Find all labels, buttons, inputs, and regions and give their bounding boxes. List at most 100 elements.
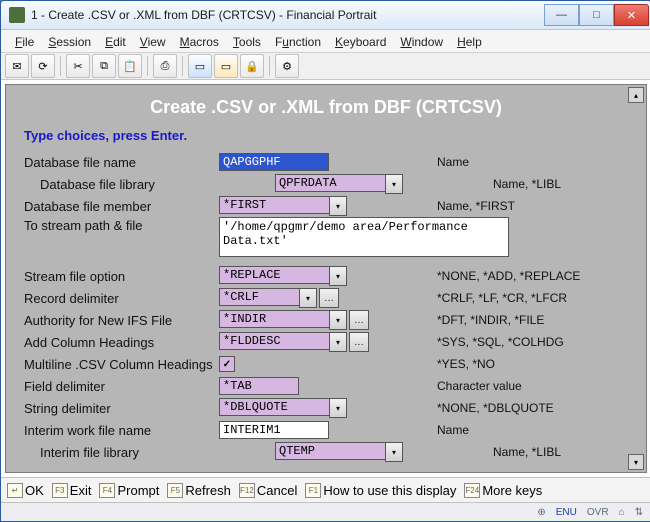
label-rdelim: Record delimiter — [24, 290, 219, 307]
menu-edit[interactable]: Edit — [99, 33, 132, 51]
input-worklib[interactable] — [275, 442, 385, 460]
menu-tools[interactable]: Tools — [227, 33, 267, 51]
label-dbf: Database file name — [24, 154, 219, 171]
menu-macros[interactable]: Macros — [174, 33, 225, 51]
status-net-icon: ⊕ — [537, 507, 545, 518]
input-auth[interactable] — [219, 310, 329, 328]
fnkey-help[interactable]: F1How to use this display — [305, 483, 456, 498]
minimize-button[interactable]: — — [544, 4, 579, 26]
hint-multi: *YES, *NO — [429, 357, 628, 371]
chevron-down-icon[interactable]: ▾ — [329, 398, 347, 418]
input-stream[interactable] — [219, 217, 509, 257]
tool-config-icon[interactable]: ⚙ — [275, 54, 299, 78]
menu-window[interactable]: Window — [394, 33, 449, 51]
status-ovr: OVR — [587, 507, 609, 518]
label-work: Interim work file name — [24, 422, 219, 439]
fnkey-ok[interactable]: ↵OK — [7, 483, 44, 498]
tool-send-icon[interactable]: ✉ — [5, 54, 29, 78]
scroll-down-icon[interactable]: ▾ — [628, 454, 644, 470]
scroll-up-icon[interactable]: ▴ — [628, 87, 644, 103]
tool-screen2-icon[interactable]: ▭ — [214, 54, 238, 78]
input-colhdg[interactable] — [219, 332, 329, 350]
tool-lock-icon[interactable]: 🔒 — [240, 54, 264, 78]
hint-dbf: Name — [429, 155, 628, 169]
maximize-button[interactable]: □ — [579, 4, 614, 26]
label-colhdg: Add Column Headings — [24, 334, 219, 351]
input-sdelim[interactable] — [219, 398, 329, 416]
fnkey-icon: F12 — [239, 483, 255, 498]
app-window: 1 - Create .CSV or .XML from DBF (CRTCSV… — [0, 0, 650, 522]
input-dbf[interactable] — [219, 153, 329, 171]
input-dbflib[interactable] — [275, 174, 385, 192]
chevron-down-icon[interactable]: ▾ — [299, 288, 317, 308]
menu-help[interactable]: Help — [451, 33, 488, 51]
status-bar: ⊕ ENU OVR ⌂ ⇅ — [1, 502, 650, 521]
hint-sdelim: *NONE, *DBLQUOTE — [429, 401, 628, 415]
input-opt[interactable] — [219, 266, 329, 284]
chevron-down-icon[interactable]: ▾ — [329, 310, 347, 330]
status-enu: ENU — [556, 507, 577, 518]
label-opt: Stream file option — [24, 268, 219, 285]
label-sdelim: String delimiter — [24, 400, 219, 417]
tool-paste-icon[interactable]: 📋 — [118, 54, 142, 78]
menu-view[interactable]: View — [134, 33, 172, 51]
fnkey-exit[interactable]: F3Exit — [52, 483, 92, 498]
function-key-bar: ↵OK F3Exit F4Prompt F5Refresh F12Cancel … — [1, 477, 650, 502]
tool-screen1-icon[interactable]: ▭ — [188, 54, 212, 78]
label-auth: Authority for New IFS File — [24, 312, 219, 329]
tool-print-icon[interactable]: ⎙ — [153, 54, 177, 78]
fnkey-refresh[interactable]: F5Refresh — [167, 483, 231, 498]
chevron-down-icon[interactable]: ▾ — [329, 332, 347, 352]
input-dbmbr[interactable] — [219, 196, 329, 214]
hint-worklib: Name, *LIBL — [485, 445, 628, 459]
status-lock-icon: ⌂ — [619, 507, 625, 518]
instruction-text: Type choices, press Enter. — [24, 128, 628, 143]
chevron-down-icon[interactable]: ▾ — [329, 266, 347, 286]
hint-dbmbr: Name, *FIRST — [429, 199, 628, 213]
app-icon — [9, 7, 25, 23]
input-rdelim[interactable] — [219, 288, 299, 306]
browse-button[interactable]: … — [349, 332, 369, 352]
hint-work: Name — [429, 423, 628, 437]
window-title: 1 - Create .CSV or .XML from DBF (CRTCSV… — [31, 8, 544, 22]
label-dbflib: Database file library — [24, 176, 235, 193]
menu-bar: File Session Edit View Macros Tools Func… — [1, 30, 650, 53]
tool-copy-icon[interactable]: ⧉ — [92, 54, 116, 78]
label-dbmbr: Database file member — [24, 198, 219, 215]
toolbar: ✉ ⟳ ✂ ⧉ 📋 ⎙ ▭ ▭ 🔒 ⚙ — [1, 53, 650, 80]
menu-session[interactable]: Session — [42, 33, 97, 51]
title-bar[interactable]: 1 - Create .CSV or .XML from DBF (CRTCSV… — [1, 1, 650, 30]
page-title: Create .CSV or .XML from DBF (CRTCSV) — [24, 97, 628, 118]
chevron-down-icon[interactable]: ▾ — [385, 442, 403, 462]
label-worklib: Interim file library — [24, 444, 235, 461]
work-area: ▴ ▾ Create .CSV or .XML from DBF (CRTCSV… — [5, 84, 647, 473]
hint-auth: *DFT, *INDIR, *FILE — [429, 313, 628, 327]
input-work[interactable] — [219, 421, 329, 439]
fnkey-cancel[interactable]: F12Cancel — [239, 483, 297, 498]
input-fdelim[interactable] — [219, 377, 299, 395]
checkbox-multi[interactable]: ✓ — [219, 356, 235, 372]
chevron-down-icon[interactable]: ▾ — [329, 196, 347, 216]
fnkey-icon: F24 — [464, 483, 480, 498]
menu-file[interactable]: File — [9, 33, 40, 51]
label-fdelim: Field delimiter — [24, 378, 219, 395]
menu-function[interactable]: Function — [269, 33, 327, 51]
fnkey-icon: F1 — [305, 483, 321, 498]
fnkey-prompt[interactable]: F4Prompt — [99, 483, 159, 498]
hint-dbflib: Name, *LIBL — [485, 177, 628, 191]
fnkey-icon: F3 — [52, 483, 68, 498]
fnkey-icon: F4 — [99, 483, 115, 498]
close-button[interactable]: ✕ — [614, 4, 649, 26]
menu-keyboard[interactable]: Keyboard — [329, 33, 392, 51]
tool-cut-icon[interactable]: ✂ — [66, 54, 90, 78]
tool-refresh-icon[interactable]: ⟳ — [31, 54, 55, 78]
hint-colhdg: *SYS, *SQL, *COLHDG — [429, 335, 628, 349]
label-stream: To stream path & file — [24, 217, 219, 234]
fnkey-more[interactable]: F24More keys — [464, 483, 542, 498]
browse-button[interactable]: … — [349, 310, 369, 330]
chevron-down-icon[interactable]: ▾ — [385, 174, 403, 194]
fnkey-icon: F5 — [167, 483, 183, 498]
label-multi: Multiline .CSV Column Headings — [24, 356, 219, 373]
hint-rdelim: *CRLF, *LF, *CR, *LFCR — [429, 291, 628, 305]
browse-button[interactable]: … — [319, 288, 339, 308]
